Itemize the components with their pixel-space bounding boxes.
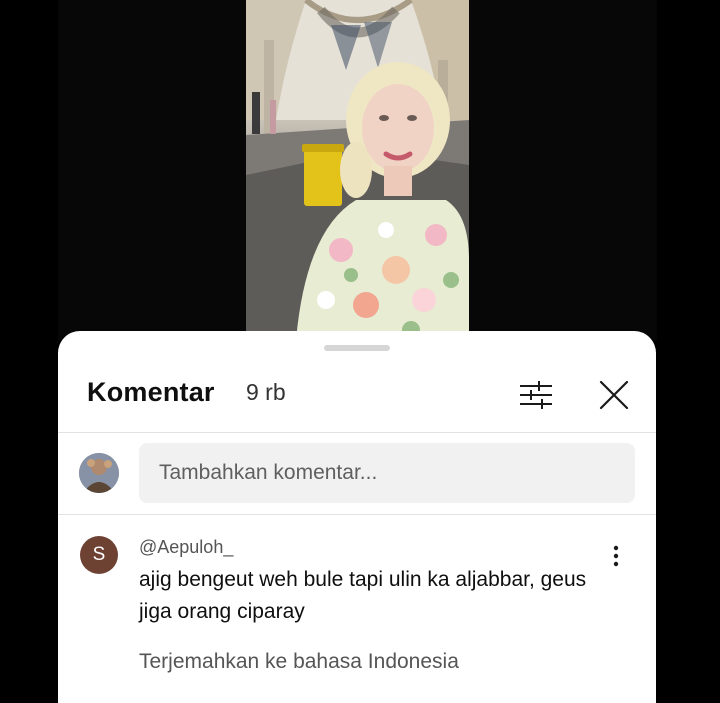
comments-count: 9 rb [246, 379, 286, 405]
user-avatar-image [79, 453, 119, 493]
video-frame [246, 0, 469, 340]
backdrop-right [469, 0, 657, 340]
composer-divider [58, 514, 656, 515]
video-player[interactable] [246, 0, 469, 340]
comments-sheet: Komentar 9 rb Tambahkan komentar... S @A… [58, 331, 656, 703]
backdrop-left [58, 0, 246, 340]
header-divider [58, 432, 656, 433]
sliders-icon [520, 381, 552, 409]
comment-input[interactable]: Tambahkan komentar... [139, 443, 635, 503]
comments-title: Komentar [87, 377, 215, 407]
comment-composer: Tambahkan komentar... [58, 443, 656, 505]
commenter-avatar[interactable]: S [80, 536, 118, 574]
comment-item: S @Aepuloh_ ajig bengeut weh bule tapi u… [58, 528, 656, 703]
drag-handle[interactable] [324, 345, 390, 351]
comments-header: Komentar 9 rb [58, 367, 656, 431]
translate-link[interactable]: Terjemahkan ke bahasa Indonesia [139, 650, 459, 674]
user-avatar[interactable] [79, 453, 119, 493]
close-icon [599, 380, 629, 410]
filter-button[interactable] [514, 373, 558, 417]
comment-author[interactable]: @Aepuloh_ [139, 537, 233, 558]
comment-text: ajig bengeut weh bule tapi ulin ka aljab… [139, 568, 587, 623]
close-button[interactable] [592, 373, 636, 417]
screen: Komentar 9 rb Tambahkan komentar... S @A… [0, 0, 720, 703]
more-vert-icon [613, 545, 619, 567]
